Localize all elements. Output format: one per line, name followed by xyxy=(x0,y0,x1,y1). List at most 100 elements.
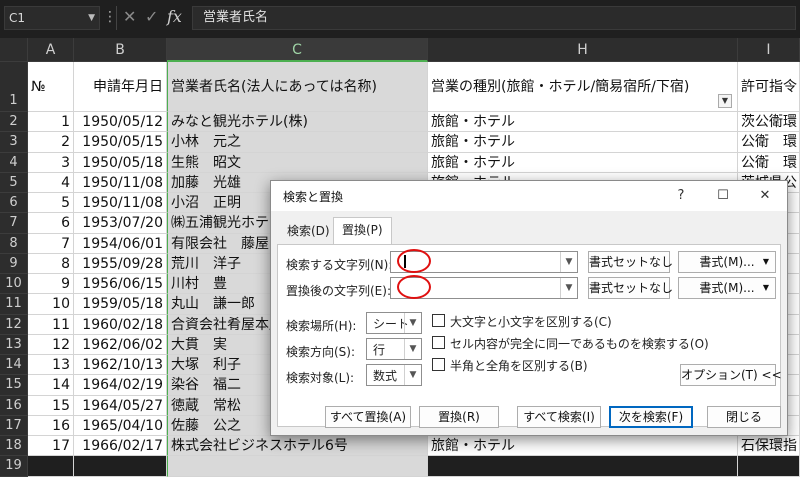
cell-name[interactable]: みなと観光ホテル(株) xyxy=(167,112,428,133)
find-format-button[interactable]: 書式(M)... ▼ xyxy=(678,251,776,273)
match-byte-checkbox[interactable] xyxy=(432,358,445,371)
cell-date[interactable]: 1950/11/08 xyxy=(74,193,167,214)
column-header-c[interactable]: C xyxy=(167,38,428,62)
more-icon[interactable]: ⋮ xyxy=(103,9,117,25)
row-header[interactable]: 14 xyxy=(0,355,28,376)
cell-date[interactable]: 1965/04/10 xyxy=(74,415,167,436)
formula-input[interactable]: 営業者氏名 xyxy=(192,6,796,30)
row-header[interactable]: 13 xyxy=(0,334,28,355)
row-header[interactable]: 4 xyxy=(0,152,28,173)
cell-date[interactable]: 1959/05/18 xyxy=(74,294,167,315)
chevron-down-icon[interactable]: ▼ xyxy=(88,7,95,29)
cell-permit[interactable]: 茨公衛環 xyxy=(738,112,800,133)
row-header[interactable]: 10 xyxy=(0,274,28,295)
help-icon[interactable]: ? xyxy=(663,184,699,208)
cell-date[interactable]: 1950/11/08 xyxy=(74,172,167,193)
cell-date[interactable]: 1962/10/13 xyxy=(74,355,167,376)
cell-date[interactable]: 1950/05/18 xyxy=(74,152,167,173)
chevron-down-icon[interactable]: ▼ xyxy=(560,252,577,272)
header-cell-type[interactable]: 営業の種別(旅館・ホテル/簡易宿所/下宿) xyxy=(428,62,738,112)
cell-date[interactable]: 1955/09/28 xyxy=(74,253,167,274)
name-box[interactable]: C1 ▼ xyxy=(4,6,100,30)
row-header[interactable]: 16 xyxy=(0,395,28,416)
cell-date[interactable]: 1953/07/20 xyxy=(74,213,167,234)
cell-type[interactable]: 旅館・ホテル xyxy=(428,132,738,153)
match-case-checkbox[interactable] xyxy=(432,314,445,327)
cell-date[interactable]: 1962/06/02 xyxy=(74,334,167,355)
cell-date[interactable]: 1964/05/27 xyxy=(74,395,167,416)
row-header[interactable]: 7 xyxy=(0,213,28,234)
tab-replace[interactable]: 置換(P) xyxy=(333,217,392,245)
match-entire-checkbox[interactable] xyxy=(432,336,445,349)
cell-date[interactable]: 1960/02/18 xyxy=(74,314,167,335)
cell-permit[interactable] xyxy=(738,456,800,477)
column-header-b[interactable]: B xyxy=(74,38,167,62)
cell-permit[interactable]: 公衛 環 xyxy=(738,152,800,173)
cell-name[interactable] xyxy=(167,456,428,477)
cell-date[interactable]: 1956/06/15 xyxy=(74,274,167,295)
close-icon[interactable]: ✕ xyxy=(747,184,783,208)
replace-format-button[interactable]: 書式(M)... ▼ xyxy=(678,277,776,299)
row-header[interactable]: 6 xyxy=(0,193,28,214)
within-select[interactable]: シート ▼ xyxy=(366,312,422,334)
find-all-button[interactable]: すべて検索(I) xyxy=(517,406,601,428)
cell-no[interactable]: 2 xyxy=(28,132,74,153)
maximize-icon[interactable]: ☐ xyxy=(705,184,741,208)
row-header[interactable]: 1 xyxy=(0,62,28,112)
row-header[interactable]: 9 xyxy=(0,253,28,274)
row-header[interactable]: 11 xyxy=(0,294,28,315)
row-header[interactable]: 18 xyxy=(0,436,28,457)
cancel-icon[interactable]: ✕ xyxy=(123,7,136,26)
cell-no[interactable]: 1 xyxy=(28,112,74,133)
cell-date[interactable]: 1950/05/12 xyxy=(74,112,167,133)
row-header[interactable]: 17 xyxy=(0,415,28,436)
chevron-down-icon[interactable]: ▼ xyxy=(404,313,421,333)
cell-no[interactable]: 6 xyxy=(28,213,74,234)
match-byte-label[interactable]: 半角と全角を区別する(B) xyxy=(450,357,588,374)
replace-all-button[interactable]: すべて置換(A) xyxy=(325,406,411,428)
cell-type[interactable]: 旅館・ホテル xyxy=(428,112,738,133)
row-header[interactable]: 3 xyxy=(0,132,28,153)
tab-find[interactable]: 検索(D) xyxy=(279,219,338,245)
column-header-a[interactable]: A xyxy=(28,38,74,62)
cell-name[interactable]: 小林 元之 xyxy=(167,132,428,153)
match-entire-label[interactable]: セル内容が完全に同一であるものを検索する(O) xyxy=(450,335,709,352)
row-header[interactable]: 19 xyxy=(0,456,28,477)
cell-no[interactable]: 12 xyxy=(28,334,74,355)
cell-name[interactable]: 株式会社ビジネスホテル6号 xyxy=(167,436,428,457)
cell-type[interactable] xyxy=(428,456,738,477)
column-header-h[interactable]: H xyxy=(428,38,738,62)
cell-no[interactable]: 3 xyxy=(28,152,74,173)
cell-date[interactable]: 1954/06/01 xyxy=(74,233,167,254)
cell-no[interactable]: 13 xyxy=(28,355,74,376)
cell-date[interactable] xyxy=(74,456,167,477)
chevron-down-icon[interactable]: ▼ xyxy=(404,365,421,385)
header-cell-date[interactable]: 申請年月日 xyxy=(74,62,167,112)
cell-no[interactable]: 17 xyxy=(28,436,74,457)
cell-no[interactable]: 5 xyxy=(28,193,74,214)
cell-no[interactable]: 8 xyxy=(28,253,74,274)
cell-type[interactable]: 旅館・ホテル xyxy=(428,436,738,457)
enter-icon[interactable]: ✓ xyxy=(145,7,158,26)
column-header-i[interactable]: I xyxy=(738,38,800,62)
match-case-label[interactable]: 大文字と小文字を区別する(C) xyxy=(450,313,612,330)
replace-button[interactable]: 置換(R) xyxy=(419,406,499,428)
cell-no[interactable]: 11 xyxy=(28,314,74,335)
dialog-titlebar[interactable]: 検索と置換 ? ☐ ✕ xyxy=(271,181,787,211)
cell-no[interactable]: 7 xyxy=(28,233,74,254)
select-all-corner[interactable] xyxy=(0,38,28,62)
header-cell-permit[interactable]: 許可指令 xyxy=(738,62,800,112)
chevron-down-icon[interactable]: ▼ xyxy=(560,278,577,298)
cell-date[interactable]: 1964/02/19 xyxy=(74,375,167,396)
row-header[interactable]: 15 xyxy=(0,375,28,396)
header-cell-no[interactable]: № xyxy=(28,62,74,112)
header-cell-name[interactable]: 営業者氏名(法人にあっては名称) xyxy=(167,62,428,112)
row-header[interactable]: 5 xyxy=(0,172,28,193)
cell-type[interactable]: 旅館・ホテル xyxy=(428,152,738,173)
cell-no[interactable]: 10 xyxy=(28,294,74,315)
cell-no[interactable] xyxy=(28,456,74,477)
fx-icon[interactable]: fx xyxy=(167,7,182,26)
cell-no[interactable]: 14 xyxy=(28,375,74,396)
look-in-select[interactable]: 数式 ▼ xyxy=(366,364,422,386)
cell-name[interactable]: 生熊 昭文 xyxy=(167,152,428,173)
